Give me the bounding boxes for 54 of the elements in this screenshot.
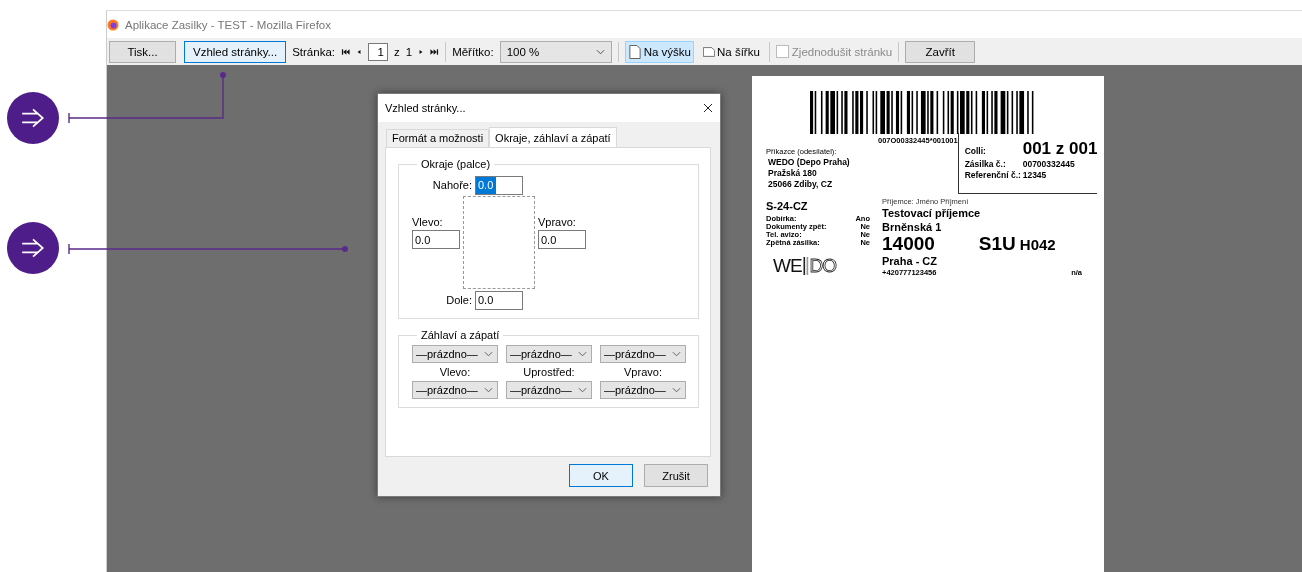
sender-address-line: 25066 Zdiby, CZ [768,179,834,190]
colli-value: 001 z 001 [1022,139,1098,159]
footer-dropdown[interactable]: —prázdno— [600,381,686,399]
footer-dropdown[interactable]: —prázdno— [506,381,592,399]
shipment-number-label: Zásilka č.: [964,159,1007,170]
cancel-button[interactable]: Zrušit [644,464,708,487]
sort-code: S1U [978,234,1016,254]
page-of-label: z [394,45,400,58]
top-margin-field[interactable]: 0.0 [475,175,523,195]
recipient-name: Testovací příjemce [882,206,982,220]
left-margin-field[interactable]: 0.0 [412,230,460,249]
header-dropdown[interactable]: —prázdno— [506,345,592,363]
recipient-street: Brněnská 1 [882,220,943,234]
header-dropdown[interactable]: —prázdno— [600,345,686,363]
close-button[interactable]: Zavřít [905,40,976,63]
group-title: Záhlaví a zápatí [420,329,501,341]
reference-number: 12345 [1022,170,1047,181]
header-dropdown[interactable]: —prázdno— [412,345,498,363]
left-margin-label: Vlevo: [412,216,444,228]
orientation-toggle[interactable]: Na výšku [624,40,694,63]
bottom-margin-field[interactable]: 0.0 [475,290,523,310]
page-setup-button[interactable]: Vzhled stránky... [184,40,287,63]
colli-label: Colli: [964,146,987,157]
logo-text: DO [809,255,837,277]
scale-dropdown[interactable]: 100 % [499,40,612,63]
sender-address-line: WEDO (Depo Praha) [768,157,851,168]
orientation-toggle[interactable]: Na šířku [700,40,763,63]
group-title: Okraje (palce) [420,158,492,170]
page-count: 1 [405,45,413,58]
shipment-number: 00700332445 [1022,159,1075,170]
top-margin-label: Nahoře: [432,179,472,191]
scale-label: Měřítko: [452,45,494,58]
dialog-title: Vzhled stránky... [385,102,466,114]
route-code: S-24-CZ [766,200,809,212]
sender-address-line: Pražská 180 [768,168,818,179]
right-margin-field[interactable]: 0.0 [538,230,586,249]
position-label: Vpravo: [623,366,663,378]
page-label: Stránka: [292,45,335,58]
print-button[interactable]: Tisk... [109,40,176,63]
ok-button[interactable]: OK [569,464,633,487]
footer-dropdown[interactable]: —prázdno— [412,381,498,399]
page-number-field[interactable]: 1 [368,42,388,61]
position-label: Uprostřed: [522,366,576,378]
window-title: Aplikace Zasilky - TEST - Mozilla Firefox [125,18,331,31]
logo-text: WE [773,255,802,277]
bottom-margin-label: Dole: [446,294,472,306]
position-label: Vlevo: [438,366,472,378]
dialog-tab[interactable]: Okraje, záhlaví a zápatí [489,127,617,147]
right-margin-label: Vpravo: [538,216,577,228]
depot-code: H042 [1019,236,1056,253]
dialog-tab[interactable]: Formát a možnosti [386,129,490,147]
reference-number-label: Referenční č.: [964,170,1022,181]
recipient-zip: 14000 [882,234,935,254]
recipient-city: Praha - CZ [882,254,938,268]
